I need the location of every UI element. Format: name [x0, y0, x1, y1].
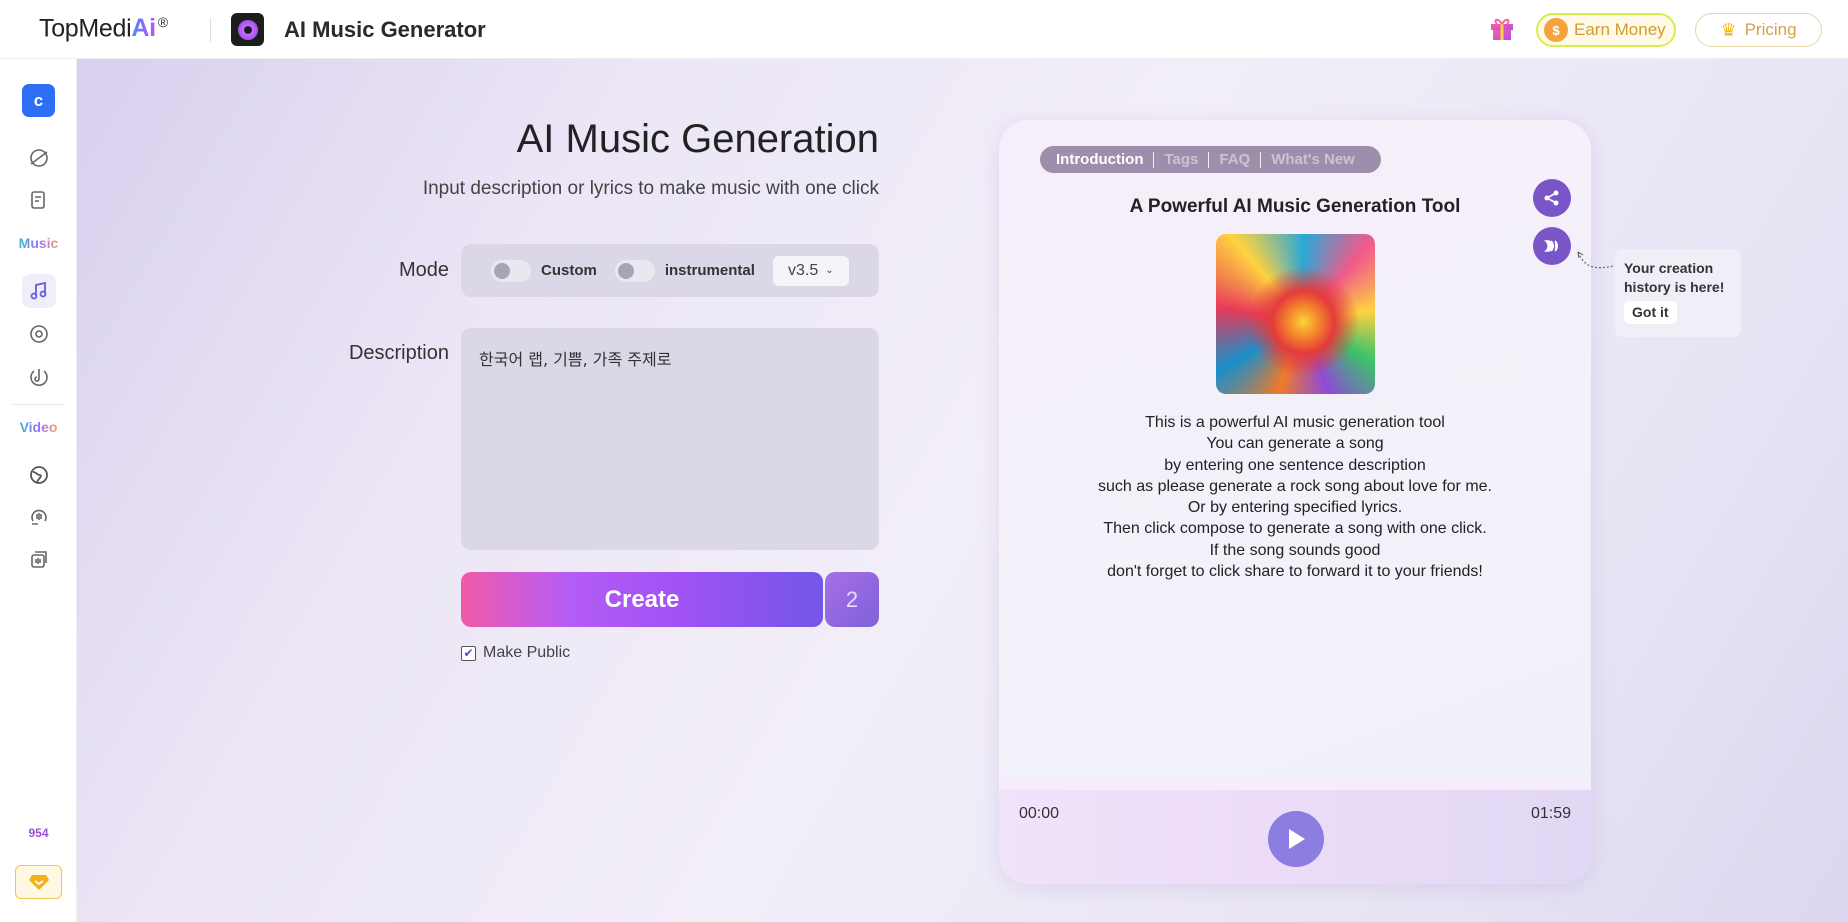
instrumental-toggle[interactable]	[614, 259, 655, 282]
got-it-button[interactable]: Got it	[1624, 301, 1677, 324]
tab-introduction[interactable]: Introduction	[1056, 151, 1153, 168]
chevron-down-icon: ⌄	[825, 265, 834, 276]
header-divider	[210, 18, 211, 42]
audio-player: 00:00 01:59	[999, 780, 1591, 884]
talking-avatar-icon[interactable]	[22, 499, 56, 533]
music-section-label: Music	[18, 235, 59, 251]
make-public-checkbox[interactable]: ✔	[461, 645, 476, 661]
diamond-icon	[28, 875, 49, 890]
custom-label: Custom	[541, 262, 597, 279]
card-tabs: Introduction Tags FAQ What's New	[1040, 146, 1381, 173]
share-button[interactable]	[1533, 179, 1571, 217]
sidebar-divider	[13, 404, 64, 405]
card-description: This is a powerful AI music generation t…	[1097, 414, 1492, 581]
dashed-arrow-icon	[1577, 251, 1614, 269]
share-icon	[1544, 190, 1559, 206]
version-select[interactable]: v3.5 ⌄	[772, 255, 849, 286]
page-title: AI Music Generation	[516, 117, 879, 161]
creation-history-button[interactable]	[1533, 227, 1571, 265]
play-button[interactable]	[1268, 811, 1324, 867]
create-button[interactable]: Create	[461, 572, 823, 627]
app-title: AI Music Generator	[284, 17, 486, 42]
make-public-option[interactable]: ✔ Make Public	[461, 644, 570, 662]
coin-icon: $	[1544, 18, 1568, 42]
tiktok-music-icon[interactable]	[22, 359, 56, 393]
total-time: 01:59	[1530, 805, 1571, 822]
mode-label: Mode	[398, 259, 449, 281]
credits-count: 954	[28, 826, 49, 840]
play-icon	[1289, 829, 1305, 849]
lyrics-document-icon[interactable]	[22, 183, 56, 217]
earn-money-button[interactable]: $ Earn Money	[1536, 13, 1676, 47]
description-input[interactable]: 한국어 랩, 기쁨, 가족 주제로	[461, 328, 879, 550]
pricing-button[interactable]: ♛ Pricing	[1695, 13, 1822, 47]
current-time: 00:00	[1019, 805, 1060, 822]
video-section-label: Video	[19, 419, 58, 435]
crown-icon: ♛	[1720, 19, 1737, 40]
video-layers-icon[interactable]	[22, 542, 56, 576]
music-note-icon[interactable]	[21, 274, 56, 308]
vip-diamond-button[interactable]	[15, 865, 62, 899]
instrumental-label: instrumental	[664, 262, 755, 279]
page-subtitle: Input description or lyrics to make musi…	[422, 178, 879, 199]
vinyl-disc-icon[interactable]	[22, 317, 56, 351]
planet-icon[interactable]	[22, 141, 56, 175]
music-disc-app-icon	[231, 13, 264, 46]
history-tooltip: Your creation history is here! Got it	[1615, 249, 1741, 337]
abstract-artwork-image	[1216, 234, 1375, 394]
description-label: Description	[348, 342, 449, 364]
user-avatar[interactable]: c	[22, 84, 55, 117]
create-count-badge: 2	[825, 572, 879, 627]
top-header: TopMediAi ® AI Music Generator $ Earn Mone…	[0, 0, 1848, 59]
mode-options: Custom instrumental v3.5 ⌄	[461, 244, 879, 297]
tab-whats-new[interactable]: What's New	[1261, 151, 1365, 168]
card-title: A Powerful AI Music Generation Tool	[1129, 196, 1461, 217]
custom-toggle[interactable]	[491, 259, 531, 282]
tab-tags[interactable]: Tags	[1154, 151, 1208, 168]
intro-card: Introduction Tags FAQ What's New A Power…	[999, 120, 1591, 884]
topmediai-logo[interactable]: TopMediAi ®	[39, 14, 168, 43]
gift-icon[interactable]	[1488, 14, 1516, 42]
sidebar: c Music Video 954	[0, 59, 77, 922]
history-waves-icon	[1544, 240, 1559, 252]
globe-icon[interactable]	[22, 458, 56, 492]
progress-bar[interactable]	[999, 780, 1591, 790]
tab-faq[interactable]: FAQ	[1209, 151, 1260, 168]
